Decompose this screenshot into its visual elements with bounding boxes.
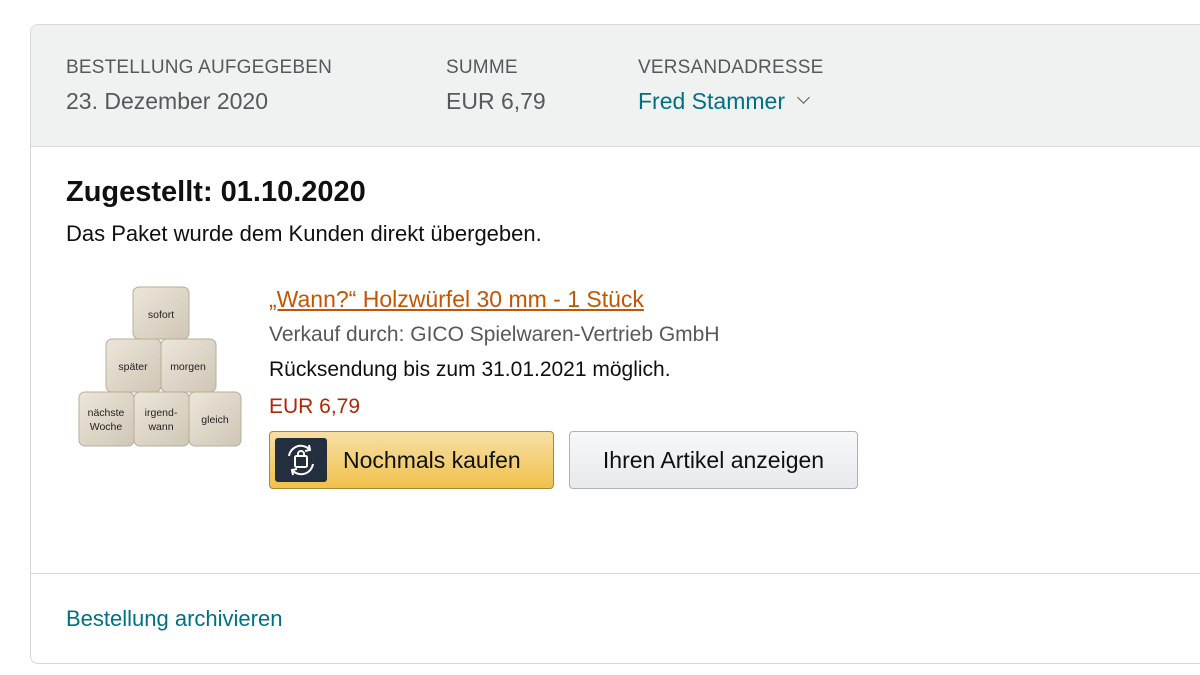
die-top: sofort [132, 286, 190, 340]
card-divider [31, 573, 1200, 574]
die-bottom-mid-text-2: wann [147, 421, 173, 433]
die-mid-right: morgen [160, 338, 217, 393]
die-mid-right-text: morgen [170, 361, 206, 373]
order-card: BESTELLUNG AUFGEGEBEN 23. Dezember 2020 … [30, 24, 1200, 664]
die-bottom-right: gleich [188, 391, 242, 447]
return-info: Rücksendung bis zum 31.01.2021 möglich. [269, 358, 671, 381]
order-total-column: SUMME EUR 6,79 [446, 57, 546, 115]
order-placed-date: 23. Dezember 2020 [66, 88, 269, 114]
chevron-down-icon [797, 91, 810, 104]
order-placed-label: BESTELLUNG AUFGEGEBEN [66, 57, 333, 78]
product-seller: Verkauf durch: GICO Spielwaren-Vertrieb … [269, 323, 720, 346]
product-title-link[interactable]: „Wann?“ Holzwürfel 30 mm - 1 Stück [269, 286, 644, 313]
die-bottom-left: nächste Woche [78, 391, 135, 447]
die-bottom-mid: irgend- wann [133, 391, 190, 447]
product-image[interactable]: sofort später morgen nächste Woche irgen… [77, 283, 243, 451]
delivery-status-subtitle: Das Paket wurde dem Kunden direkt überge… [66, 221, 542, 246]
archive-order-link[interactable]: Bestellung archivieren [66, 606, 282, 632]
shipping-address-column: VERSANDADRESSE Fred Stammer [638, 57, 823, 115]
die-mid-left: später [105, 338, 162, 393]
shipping-address-dropdown[interactable]: Fred Stammer [638, 88, 810, 115]
delivery-status-title: Zugestellt: 01.10.2020 [66, 176, 366, 208]
die-bottom-right-text: gleich [201, 414, 229, 426]
buy-again-button[interactable]: Nochmals kaufen [269, 431, 554, 489]
shopping-bag-refresh-icon [275, 438, 327, 482]
product-price: EUR 6,79 [269, 395, 361, 418]
shipping-address-label: VERSANDADRESSE [638, 57, 824, 78]
die-bottom-mid-text-1: irgend- [145, 407, 178, 419]
order-header: BESTELLUNG AUFGEGEBEN 23. Dezember 2020 … [31, 25, 1200, 147]
order-total-label: SUMME [446, 57, 518, 78]
die-top-text: sofort [148, 309, 174, 321]
shipping-name: Fred Stammer [638, 88, 785, 114]
order-total-value: EUR 6,79 [446, 88, 546, 114]
die-bottom-left-text-1: nächste [88, 407, 125, 419]
buy-again-label: Nochmals kaufen [343, 446, 521, 473]
view-item-button[interactable]: Ihren Artikel anzeigen [569, 431, 858, 489]
order-placed-column: BESTELLUNG AUFGEGEBEN 23. Dezember 2020 [66, 57, 332, 115]
dice-pyramid-image: sofort später morgen nächste Woche irgen… [78, 286, 242, 447]
die-mid-left-text: später [118, 361, 148, 373]
die-bottom-left-text-2: Woche [90, 421, 123, 433]
